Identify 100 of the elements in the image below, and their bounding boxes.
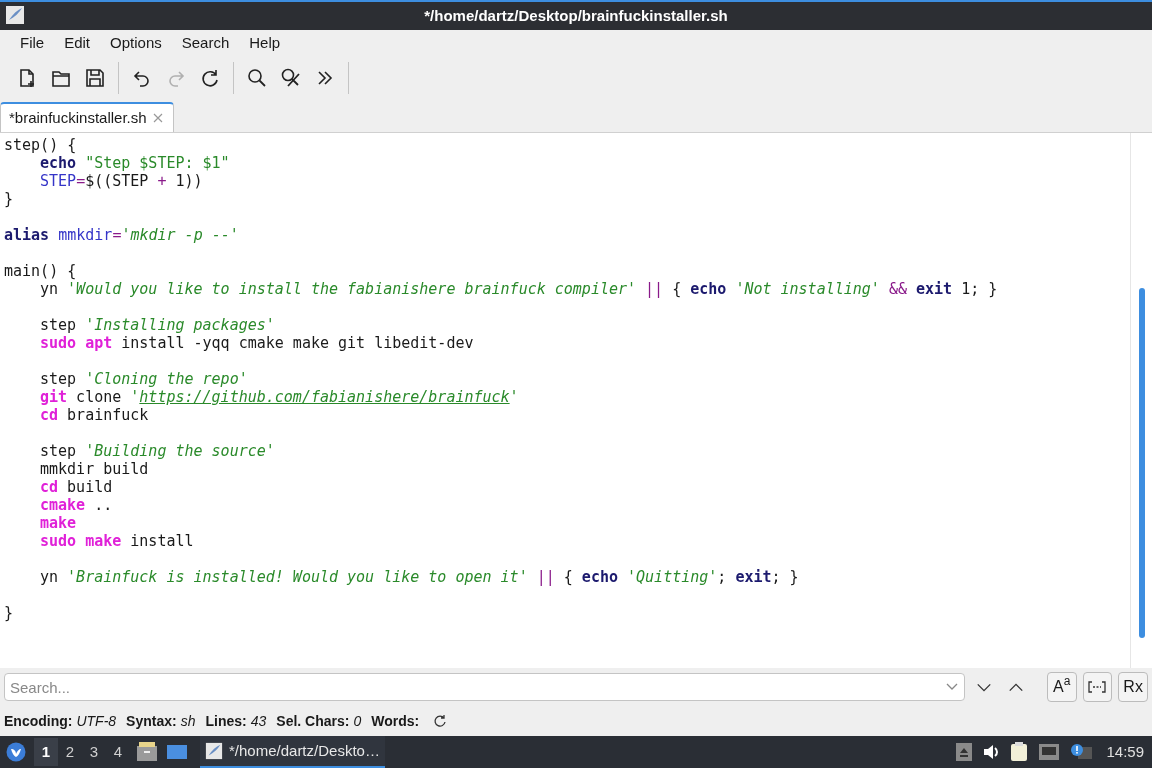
code-token: { [563, 568, 574, 586]
save-icon [84, 67, 106, 89]
status-label: Sel. Chars: [276, 711, 350, 731]
code-token: step [40, 442, 78, 460]
code-token: exit [916, 280, 953, 298]
scrollbar-thumb[interactable] [1139, 288, 1145, 638]
code-token: = [76, 172, 86, 190]
status-label: Lines: [205, 711, 247, 731]
code-token: clone [75, 388, 123, 406]
editor-tab[interactable]: *brainfuckinstaller.sh [0, 102, 174, 132]
chevron-down-icon [976, 681, 993, 693]
code-token: echo [690, 280, 728, 298]
file-cabinet-icon[interactable] [136, 742, 158, 762]
status-label: Encoding: [4, 711, 73, 731]
whole-word-toggle[interactable] [1082, 672, 1113, 702]
code-token: ; } [771, 568, 799, 586]
app-icon [5, 5, 25, 25]
notification-icon[interactable] [1070, 743, 1093, 761]
code-token: yn [40, 568, 60, 586]
start-menu-icon[interactable] [6, 742, 26, 762]
code-token: step [40, 316, 78, 334]
menu-item[interactable]: Help [239, 30, 291, 56]
code-token: exit [735, 568, 772, 586]
window-title: */home/dartz/Desktop/brainfuckinstaller.sh [424, 5, 728, 26]
code-token: 'Building the source' [85, 442, 275, 460]
code-token: mmkdir build [40, 460, 149, 478]
code-token: make [40, 514, 77, 532]
code-token: ; [717, 568, 728, 586]
clipboard-icon[interactable] [1010, 742, 1029, 762]
menu-item[interactable]: File [10, 30, 55, 56]
code-token: step [40, 370, 78, 388]
code-token: git [40, 388, 68, 406]
code-token: yn [40, 280, 60, 298]
code-token: 'Cloning the repo' [85, 370, 248, 388]
chevron-up-icon [1007, 681, 1024, 693]
clock[interactable]: 14:59 [1106, 740, 1144, 764]
code-token: cmake [40, 496, 86, 514]
code-token: || [536, 568, 556, 586]
workspace-button[interactable]: 4 [106, 738, 130, 766]
code-token: } [4, 604, 14, 622]
app-icon [205, 742, 223, 760]
code-link[interactable]: https://github.com/fabianishere/brainfuck [139, 388, 510, 406]
code-token: sudo [40, 334, 78, 352]
taskbar-task[interactable]: */home/dartz/Deskto… [200, 736, 385, 768]
status-value: sh [180, 711, 196, 731]
menu-item[interactable]: Edit [54, 30, 101, 56]
code-token: brainfuck [66, 406, 149, 424]
code-token: "Step $STEP: $1" [85, 154, 230, 172]
code-token: STEP [40, 172, 77, 190]
code-token: { [672, 280, 683, 298]
search-field[interactable]: Search... [4, 673, 966, 701]
code-token: ' [509, 388, 519, 406]
eject-icon[interactable] [956, 743, 973, 761]
status-value: 0 [353, 711, 362, 731]
code-token: cd [40, 406, 59, 424]
code-token: echo [581, 568, 619, 586]
code-token: apt [85, 334, 113, 352]
code-token: 'Not installing' [735, 280, 881, 298]
code-token: sudo [40, 532, 78, 550]
search-pen-icon [280, 67, 302, 89]
menu-item[interactable]: Search [171, 30, 240, 56]
code-token: 'Installing packages' [85, 316, 275, 334]
regex-toggle[interactable]: Rx [1118, 672, 1148, 702]
code-token: cd [40, 478, 59, 496]
close-icon[interactable] [152, 113, 163, 123]
status-label: Words: [371, 711, 420, 731]
code-token: + [157, 172, 167, 190]
network-icon[interactable] [1038, 743, 1061, 761]
workspace-button[interactable]: 1 [34, 738, 58, 766]
volume-icon[interactable] [982, 743, 1001, 761]
code-token: 1; } [960, 280, 998, 298]
chevron-down-icon[interactable] [946, 683, 959, 691]
status-value: 43 [250, 711, 267, 731]
code-token: $((STEP [85, 172, 150, 190]
code-token: ' [130, 388, 140, 406]
workspace-button[interactable]: 2 [58, 738, 82, 766]
match-case-toggle[interactable]: A$^{a}$ [1046, 672, 1077, 702]
code-token: echo [40, 154, 78, 172]
code-token: build [66, 478, 113, 496]
menu-item[interactable]: Options [100, 30, 172, 56]
code-token: step() { [4, 136, 77, 154]
reload-icon [199, 67, 221, 89]
bracket-dots-icon [1088, 681, 1107, 693]
code-token: && [888, 280, 908, 298]
code-token: 'Quitting' [627, 568, 718, 586]
code-token: = [112, 226, 122, 244]
refresh-icon[interactable] [433, 714, 448, 728]
code-token: } [4, 190, 14, 208]
search-icon [246, 67, 268, 89]
code-token: .. [93, 496, 113, 514]
editor[interactable] [0, 132, 1152, 668]
code-token: alias [4, 226, 51, 244]
code-token: 'Brainfuck is installed! Would you like to open it' [67, 568, 529, 586]
code-token: main() { [4, 262, 77, 280]
status-label: Syntax: [126, 711, 177, 731]
desktop-icon[interactable] [166, 743, 188, 761]
code-token: 'mkdir -p --' [121, 226, 239, 244]
workspace-button[interactable]: 3 [82, 738, 106, 766]
code-token: || [645, 280, 665, 298]
status-value: UTF-8 [76, 711, 117, 731]
